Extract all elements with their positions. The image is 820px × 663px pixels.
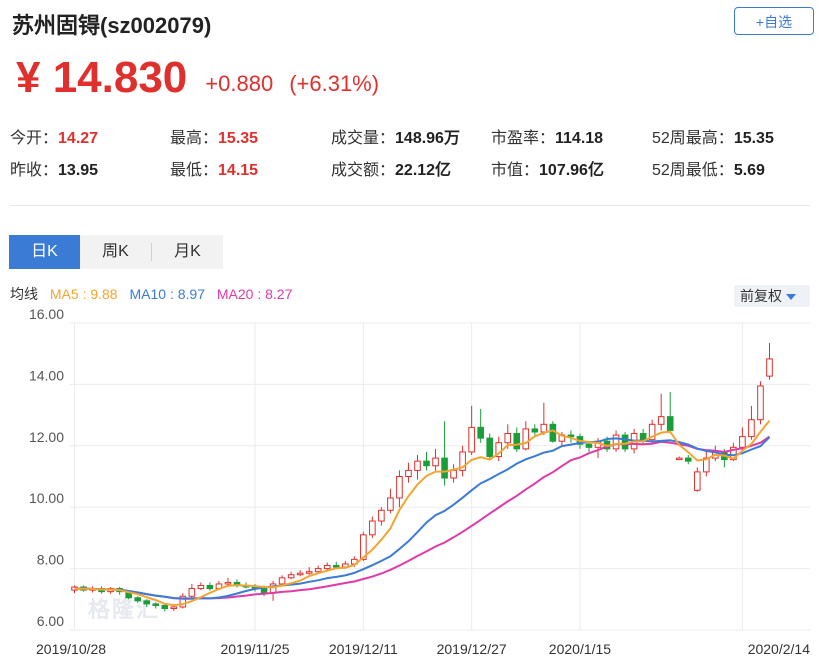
y-tick-label: 14.00 [29, 367, 64, 383]
y-tick-label: 10.00 [29, 490, 64, 506]
candle-body [414, 460, 421, 471]
candle-body [504, 433, 512, 444]
candle-body [522, 428, 530, 450]
candle-body [693, 471, 701, 491]
x-tick-label: 2019/11/25 [221, 641, 290, 657]
candle-body [585, 443, 593, 448]
candle-body [612, 434, 620, 450]
candle-body [739, 436, 746, 448]
x-tick-label: 2020/2/14 [748, 641, 810, 657]
candle-body [513, 433, 521, 450]
y-tick-label: 6.00 [37, 613, 64, 629]
candle-body [369, 520, 376, 536]
candle-body [432, 457, 439, 467]
x-tick-label: 2019/10/28 [36, 641, 106, 657]
candle-body [152, 603, 160, 606]
candle-body [287, 574, 295, 579]
candle-body [296, 572, 304, 576]
candle-body [278, 577, 286, 585]
candle-body [684, 457, 692, 462]
candle-body [260, 588, 268, 594]
candle-body [314, 568, 322, 573]
y-tick-label: 8.00 [37, 552, 64, 568]
candle-body [387, 497, 394, 511]
candle-body [305, 571, 313, 574]
candle-body [666, 416, 674, 431]
candle-body [639, 433, 647, 441]
candle-body [657, 416, 665, 425]
candle-body [450, 469, 457, 479]
ma5-line [74, 419, 771, 607]
candle-body [378, 509, 385, 522]
candle-body [224, 581, 232, 585]
candle-body [332, 565, 340, 568]
candle-body [170, 606, 178, 610]
candle-body [197, 584, 205, 590]
candle-body [423, 460, 430, 467]
y-tick-label: 16.00 [29, 306, 64, 322]
candle-body [188, 588, 196, 597]
ma20-line [74, 435, 771, 600]
x-tick-label: 2019/12/11 [329, 641, 398, 657]
candle-body [134, 597, 141, 602]
candle-body [468, 426, 475, 453]
kline-chart: 16.00 14.00 12.00 10.00 8.00 6.00 2019/10/28 20… [29, 306, 810, 657]
candle-body [757, 385, 764, 421]
x-tick-label: 2020/1/15 [549, 641, 611, 657]
candle-body [549, 423, 557, 442]
x-tick-label: 2019/12/27 [437, 641, 507, 657]
candle-body [621, 434, 629, 450]
candle-body [766, 358, 773, 377]
candle-body [477, 426, 484, 439]
candle-body [206, 584, 214, 590]
candle-body [540, 423, 548, 433]
y-tick-label: 12.00 [29, 429, 64, 445]
candle-body [531, 428, 539, 433]
candle-body [161, 604, 169, 610]
candle-body [323, 565, 331, 570]
candle-body [486, 437, 493, 458]
candle-body [748, 419, 755, 438]
candle-body [441, 457, 448, 479]
candle-body [675, 457, 683, 461]
candle-body [143, 600, 151, 605]
candle-body [396, 476, 403, 499]
ma10-line [74, 436, 771, 600]
candle-body [405, 469, 412, 477]
